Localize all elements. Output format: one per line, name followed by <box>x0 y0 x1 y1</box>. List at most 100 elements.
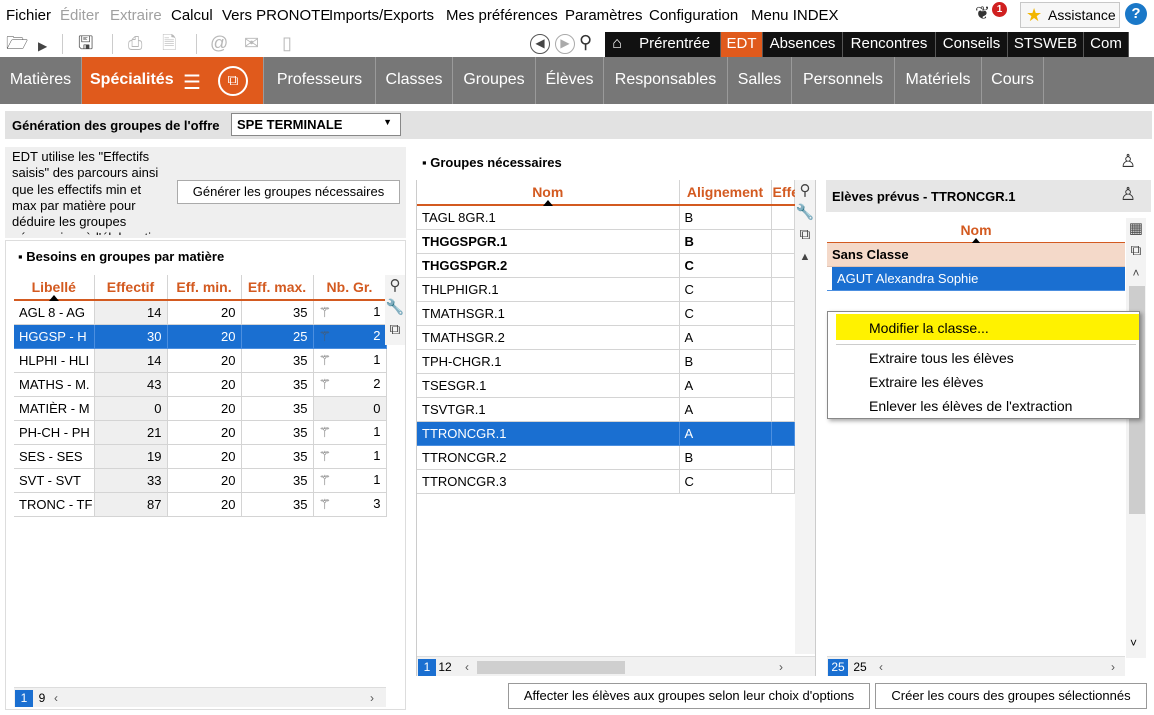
magic-wand-icon[interactable]: ⚚ <box>319 376 332 393</box>
table-cell[interactable]: ⚚ 1 <box>313 348 387 373</box>
search-icon[interactable]: ⚲ <box>385 275 405 297</box>
table-cell[interactable] <box>771 229 795 254</box>
table-cell[interactable]: 20 <box>167 324 242 349</box>
table-cell[interactable] <box>771 421 795 446</box>
table-cell[interactable] <box>771 277 795 302</box>
table-cell[interactable]: TRONC - TF <box>14 492 95 517</box>
table-row[interactable]: TMATHSGR.1 C <box>417 301 795 326</box>
table-cell[interactable]: 35 <box>241 300 314 325</box>
table-cell[interactable]: 35 <box>241 420 314 445</box>
table-cell[interactable]: ⚚ 1 <box>313 468 387 493</box>
eleves-col-nom[interactable]: Nom <box>827 218 1125 244</box>
table-cell[interactable]: 14 <box>94 348 168 373</box>
menu-mes-preferences[interactable]: Mes préférences <box>446 7 558 24</box>
scroll-up-icon[interactable]: ▲ <box>795 246 815 268</box>
arrow-left-icon[interactable]: ◀ <box>530 34 550 54</box>
table-cell[interactable] <box>771 397 795 422</box>
table-cell[interactable]: C <box>679 301 772 326</box>
table-icon[interactable]: ▦ <box>1126 218 1146 240</box>
table-cell[interactable]: A <box>679 397 772 422</box>
save-icon[interactable]: 🖫 <box>78 33 93 53</box>
menu-configuration[interactable]: Configuration <box>649 7 738 24</box>
table-row[interactable]: TAGL 8GR.1 B <box>417 205 795 230</box>
chevron-up-icon[interactable]: ˄ <box>1126 262 1146 284</box>
table-cell[interactable]: TPH-CHGR.1 <box>417 349 680 374</box>
scroll-left-icon[interactable]: ‹ <box>54 691 58 705</box>
menu-fichier[interactable]: Fichier <box>6 7 51 24</box>
table-row[interactable]: TTRONCGR.2 B <box>417 445 795 470</box>
table-row[interactable]: TTRONCGR.1 A <box>417 421 795 446</box>
table-row[interactable]: TSESGR.1 A <box>417 373 795 398</box>
table-cell[interactable]: HLPHI - HLI <box>14 348 95 373</box>
menu-vers-pronote[interactable]: Vers PRONOTE <box>222 7 330 24</box>
table-cell[interactable] <box>771 253 795 278</box>
tab-rencontres[interactable]: Rencontres <box>843 32 936 57</box>
tab-com[interactable]: Com <box>1084 32 1129 57</box>
print-icon[interactable]: ⎙ <box>128 33 142 53</box>
group-header[interactable]: Sans Classe <box>827 243 1125 267</box>
scrollbar-thumb[interactable] <box>477 661 625 674</box>
document-icon[interactable]: 🗎 <box>162 33 176 53</box>
table-cell[interactable]: ⚚ 1 <box>313 444 387 469</box>
tab-responsables[interactable]: Responsables <box>604 57 728 104</box>
table-row[interactable]: SES - SES 19 20 35 ⚚ 1 <box>14 444 387 469</box>
table-cell[interactable]: THLPHIGR.1 <box>417 277 680 302</box>
table-cell[interactable] <box>771 325 795 350</box>
search-icon[interactable]: ⚲ <box>795 180 815 202</box>
table-row[interactable]: AGL 8 - AG 14 20 35 ⚚ 1 <box>14 300 387 325</box>
table-cell[interactable]: C <box>679 253 772 278</box>
tab-groupes[interactable]: Groupes <box>453 57 536 104</box>
offre-select[interactable]: SPE TERMINALE ▼ <box>231 113 401 136</box>
table-cell[interactable]: ⚚ 1 <box>313 420 387 445</box>
scroll-right-icon[interactable]: › <box>1111 660 1115 674</box>
copy-icon[interactable]: ⧉ <box>1126 240 1146 262</box>
menu-index[interactable]: Menu INDEX <box>751 7 839 24</box>
table-cell[interactable]: 87 <box>94 492 168 517</box>
table-cell[interactable]: TMATHSGR.2 <box>417 325 680 350</box>
table-cell[interactable]: SES - SES <box>14 444 95 469</box>
table-cell[interactable]: ⚚ 1 <box>313 300 387 325</box>
envelope-icon[interactable]: ✉ <box>244 33 259 53</box>
table-row[interactable]: PH-CH - PH 21 20 35 ⚚ 1 <box>14 420 387 445</box>
table-cell[interactable]: ⚚ 3 <box>313 492 387 517</box>
table-cell[interactable]: 20 <box>167 444 242 469</box>
magic-wand-icon[interactable]: ⚚ <box>319 352 332 369</box>
menu-extraire-tous[interactable]: Extraire tous les élèves <box>869 350 1014 366</box>
table-cell[interactable]: TMATHSGR.1 <box>417 301 680 326</box>
table-cell[interactable]: 43 <box>94 372 168 397</box>
table-row[interactable]: THGGSPGR.1 B <box>417 229 795 254</box>
table-cell[interactable]: 35 <box>241 396 314 421</box>
menu-imports-exports[interactable]: Imports/Exports <box>329 7 434 24</box>
table-cell[interactable]: 25 <box>241 324 314 349</box>
table-cell[interactable]: 20 <box>167 348 242 373</box>
table-cell[interactable]: TTRONCGR.2 <box>417 445 680 470</box>
table-cell[interactable]: 20 <box>167 492 242 517</box>
table-cell[interactable]: C <box>679 469 772 494</box>
table-cell[interactable]: MATHS - M. <box>14 372 95 397</box>
table-cell[interactable]: THGGSPGR.2 <box>417 253 680 278</box>
tab-salles[interactable]: Salles <box>728 57 792 104</box>
magic-wand-icon[interactable]: ⚚ <box>319 472 332 489</box>
table-row[interactable]: TMATHSGR.2 A <box>417 325 795 350</box>
folder-icon[interactable]: 🗁 <box>6 33 28 53</box>
table-cell[interactable]: 20 <box>167 396 242 421</box>
menu-modifier-classe[interactable]: Modifier la classe... <box>869 320 989 336</box>
table-cell[interactable]: ⚚ 2 <box>313 372 387 397</box>
table-cell[interactable] <box>771 445 795 470</box>
tab-classes[interactable]: Classes <box>376 57 453 104</box>
play-icon[interactable]: ▶ <box>38 36 47 56</box>
tab-stsweb[interactable]: STSWEB <box>1008 32 1084 57</box>
table-cell[interactable]: TTRONCGR.3 <box>417 469 680 494</box>
table-cell[interactable]: B <box>679 445 772 470</box>
table-cell[interactable]: 21 <box>94 420 168 445</box>
table-row[interactable]: TSVTGR.1 A <box>417 397 795 422</box>
network-icon[interactable]: ⧉ <box>218 66 248 96</box>
tab-materiels[interactable]: Matériels <box>895 57 982 104</box>
col-nom[interactable]: Nom <box>417 180 680 206</box>
table-cell[interactable]: B <box>679 229 772 254</box>
table-row[interactable]: MATHS - M. 43 20 35 ⚚ 2 <box>14 372 387 397</box>
wrench-icon[interactable]: 🔧 <box>385 297 405 319</box>
search-icon[interactable]: ⚲ <box>579 32 592 53</box>
list-icon[interactable]: ☰ <box>183 70 201 95</box>
table-row[interactable]: TRONC - TF 87 20 35 ⚚ 3 <box>14 492 387 517</box>
